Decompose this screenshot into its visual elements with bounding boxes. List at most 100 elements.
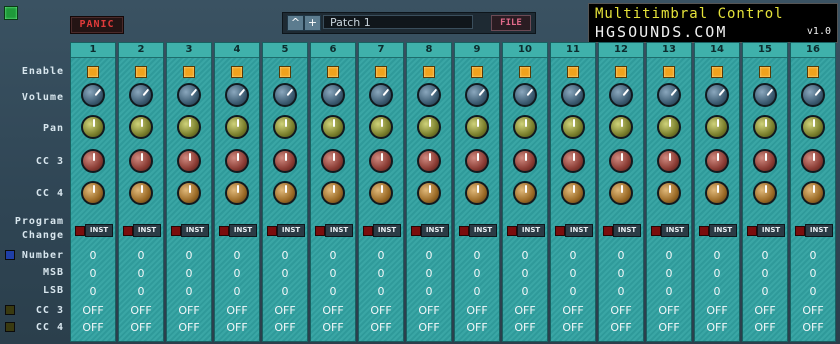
enable-checkbox[interactable]	[807, 66, 819, 78]
cc4-knob[interactable]	[753, 181, 777, 205]
number-value[interactable]: 0	[455, 249, 499, 262]
cc3-knob[interactable]	[657, 149, 681, 173]
enable-checkbox[interactable]	[279, 66, 291, 78]
inst-button[interactable]: INST	[181, 224, 209, 237]
number-value[interactable]: 0	[407, 249, 451, 262]
msb-value[interactable]: 0	[119, 267, 163, 280]
inst-button[interactable]: INST	[373, 224, 401, 237]
cc3-knob[interactable]	[609, 149, 633, 173]
volume-knob[interactable]	[465, 83, 489, 107]
cc3-knob[interactable]	[753, 149, 777, 173]
msb-value[interactable]: 0	[455, 267, 499, 280]
cc4-out-value[interactable]: OFF	[647, 321, 691, 334]
cc3-knob[interactable]	[129, 149, 153, 173]
cc3-out-value[interactable]: OFF	[791, 304, 835, 317]
cc4-knob[interactable]	[321, 181, 345, 205]
volume-knob[interactable]	[561, 83, 585, 107]
lsb-value[interactable]: 0	[743, 285, 787, 298]
lsb-value[interactable]: 0	[503, 285, 547, 298]
cc3-knob[interactable]	[273, 149, 297, 173]
cc4-out-value[interactable]: OFF	[503, 321, 547, 334]
pan-knob[interactable]	[609, 115, 633, 139]
cc4-out-value[interactable]: OFF	[263, 321, 307, 334]
inst-button[interactable]: INST	[517, 224, 545, 237]
volume-knob[interactable]	[801, 83, 825, 107]
inst-button[interactable]: INST	[709, 224, 737, 237]
cc4-knob[interactable]	[225, 181, 249, 205]
lsb-value[interactable]: 0	[647, 285, 691, 298]
cc3-out-value[interactable]: OFF	[455, 304, 499, 317]
lsb-value[interactable]: 0	[215, 285, 259, 298]
cc4-knob[interactable]	[513, 181, 537, 205]
pan-knob[interactable]	[273, 115, 297, 139]
lsb-value[interactable]: 0	[359, 285, 403, 298]
number-value[interactable]: 0	[119, 249, 163, 262]
inst-button[interactable]: INST	[325, 224, 353, 237]
pan-knob[interactable]	[177, 115, 201, 139]
number-value[interactable]: 0	[743, 249, 787, 262]
cc3-out-value[interactable]: OFF	[263, 304, 307, 317]
pan-knob[interactable]	[513, 115, 537, 139]
cc4-knob[interactable]	[609, 181, 633, 205]
cc3-out-value[interactable]: OFF	[311, 304, 355, 317]
enable-checkbox[interactable]	[231, 66, 243, 78]
number-value[interactable]: 0	[263, 249, 307, 262]
volume-knob[interactable]	[609, 83, 633, 107]
cc3-out-value[interactable]: OFF	[695, 304, 739, 317]
pan-knob[interactable]	[129, 115, 153, 139]
cc4-knob[interactable]	[129, 181, 153, 205]
cc4-out-value[interactable]: OFF	[695, 321, 739, 334]
cc4-knob[interactable]	[273, 181, 297, 205]
inst-button[interactable]: INST	[229, 224, 257, 237]
enable-checkbox[interactable]	[135, 66, 147, 78]
file-button[interactable]: FILE	[491, 15, 531, 31]
volume-knob[interactable]	[273, 83, 297, 107]
program-change-led[interactable]	[75, 226, 85, 236]
cc4-out-value[interactable]: OFF	[407, 321, 451, 334]
cc4-out-value[interactable]: OFF	[119, 321, 163, 334]
patch-up-button[interactable]: ^	[287, 15, 304, 31]
lsb-value[interactable]: 0	[599, 285, 643, 298]
cc3-out-value[interactable]: OFF	[119, 304, 163, 317]
pan-knob[interactable]	[465, 115, 489, 139]
enable-checkbox[interactable]	[183, 66, 195, 78]
program-change-led[interactable]	[219, 226, 229, 236]
number-value[interactable]: 0	[695, 249, 739, 262]
lsb-value[interactable]: 0	[695, 285, 739, 298]
program-change-led[interactable]	[747, 226, 757, 236]
lsb-value[interactable]: 0	[71, 285, 115, 298]
program-change-led[interactable]	[315, 226, 325, 236]
cc4-out-value[interactable]: OFF	[455, 321, 499, 334]
inst-button[interactable]: INST	[661, 224, 689, 237]
msb-value[interactable]: 0	[71, 267, 115, 280]
msb-value[interactable]: 0	[167, 267, 211, 280]
cc3-knob[interactable]	[369, 149, 393, 173]
msb-value[interactable]: 0	[311, 267, 355, 280]
number-value[interactable]: 0	[71, 249, 115, 262]
pan-knob[interactable]	[801, 115, 825, 139]
volume-knob[interactable]	[321, 83, 345, 107]
program-change-led[interactable]	[795, 226, 805, 236]
number-value[interactable]: 0	[167, 249, 211, 262]
program-change-led[interactable]	[363, 226, 373, 236]
enable-checkbox[interactable]	[663, 66, 675, 78]
enable-checkbox[interactable]	[423, 66, 435, 78]
msb-value[interactable]: 0	[503, 267, 547, 280]
volume-knob[interactable]	[369, 83, 393, 107]
cc3-out-value[interactable]: OFF	[71, 304, 115, 317]
volume-knob[interactable]	[417, 83, 441, 107]
enable-checkbox[interactable]	[711, 66, 723, 78]
pan-knob[interactable]	[369, 115, 393, 139]
program-change-led[interactable]	[459, 226, 469, 236]
cc4-out-value[interactable]: OFF	[215, 321, 259, 334]
inst-button[interactable]: INST	[613, 224, 641, 237]
cc3-knob[interactable]	[801, 149, 825, 173]
msb-value[interactable]: 0	[743, 267, 787, 280]
number-value[interactable]: 0	[359, 249, 403, 262]
number-value[interactable]: 0	[647, 249, 691, 262]
inst-button[interactable]: INST	[133, 224, 161, 237]
enable-checkbox[interactable]	[327, 66, 339, 78]
cc4-knob[interactable]	[561, 181, 585, 205]
program-change-led[interactable]	[171, 226, 181, 236]
msb-value[interactable]: 0	[647, 267, 691, 280]
